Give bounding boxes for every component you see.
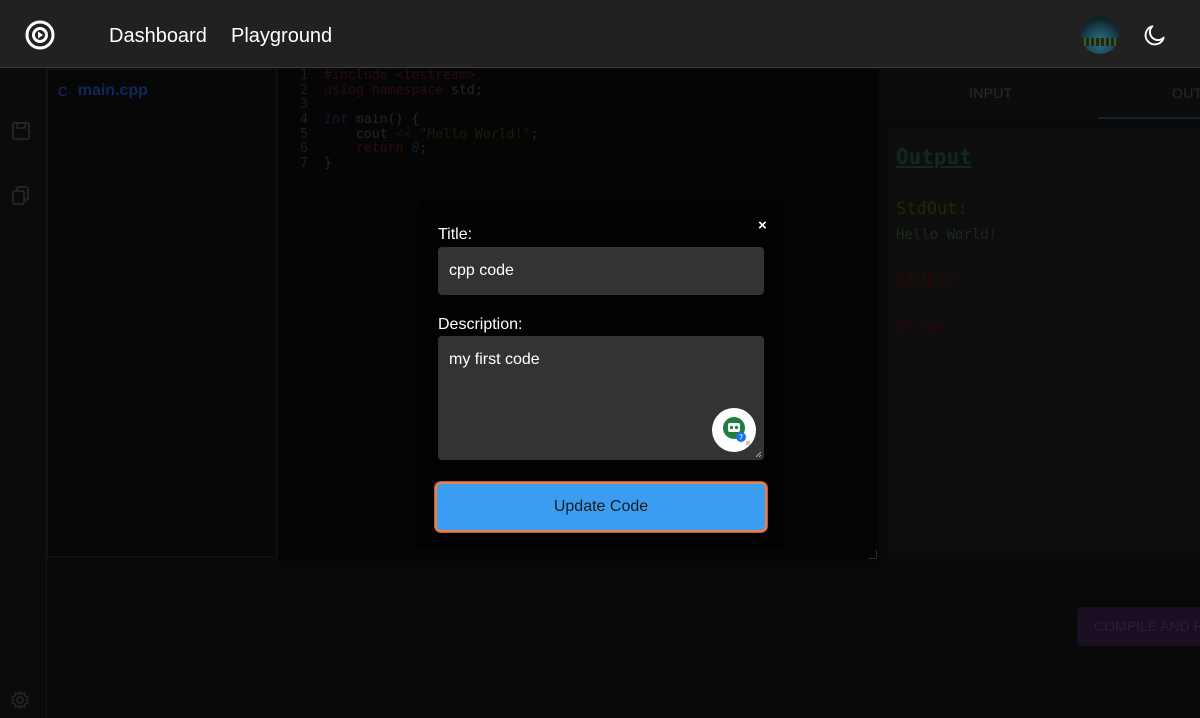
stderr-label: StdErr: [896,270,968,290]
tab-input[interactable]: INPUT [969,85,1013,101]
file-name: main.cpp [77,82,148,99]
file-explorer: C· main.cpp [47,69,277,557]
editor-resize-handle[interactable] [868,550,877,559]
stdout-value: Hello World! [896,227,998,243]
stdout-label: StdOut: [896,199,968,219]
nav-link-playground[interactable]: Playground [231,24,332,48]
code-token: std; [451,82,483,98]
code-line[interactable]: 4 int main() { [278,112,538,128]
dark-mode-toggle-icon[interactable] [1142,22,1168,48]
code-token: << [395,126,412,142]
file-item[interactable]: C· main.cpp [58,82,148,100]
io-tabs: INPUT OUTPUT [880,69,1200,119]
error-label: Error: [896,317,958,337]
title-label: Title: [438,226,473,243]
update-code-modal: × Title: Description: my first code 7 Up… [417,201,785,549]
code-line[interactable]: 5 cout << "Hello World!"; [278,126,539,143]
bottom-action-area [47,561,1200,718]
active-tab-indicator [1098,117,1200,119]
code-token: "Hello World!" [419,126,531,142]
output-heading: Output [896,145,972,169]
code-line[interactable]: 6 return 0; [278,142,538,157]
code-token: int [324,112,348,128]
user-avatar[interactable] [1081,16,1119,54]
io-panel: INPUT OUTPUT Output StdOut: Hello World!… [880,69,1200,557]
code-line[interactable]: 1 #include <iostream> [278,68,538,84]
writing-assistant-icon[interactable]: 7 [712,408,756,452]
copy-icon[interactable] [10,184,32,206]
textarea-resize-grip-icon[interactable] [755,451,762,458]
code-token: ; [530,126,539,142]
top-navbar: Dashboard Playground [0,0,1200,68]
code-line[interactable]: 7} [278,156,538,172]
settings-gear-icon[interactable] [10,690,30,710]
line-number: 3 [300,97,308,113]
output-box: Output StdOut: Hello World! StdErr: Erro… [888,129,1200,553]
line-number: 4 [300,112,308,128]
code-token: cout [324,126,396,142]
line-number: 5 [300,126,308,142]
cpp-file-icon: C· [58,83,72,99]
code-token: ; [419,141,428,157]
code-line[interactable]: 2 using namespace std; [278,82,538,99]
nav-link-dashboard[interactable]: Dashboard [109,24,207,48]
code-line[interactable]: 3 [278,98,538,113]
line-number: 1 [300,68,308,83]
svg-text:7: 7 [739,434,743,442]
app-logo-icon[interactable] [24,19,56,51]
line-number: 2 [300,82,308,98]
left-tool-rail [0,69,47,718]
code-token: return [324,141,412,157]
tab-output[interactable]: OUTPUT [1172,85,1200,101]
code-token: using namespace [324,82,452,98]
compile-and-run-button[interactable]: COMPILE AND RUN [1077,607,1200,646]
code-token: 0 [411,141,420,157]
code-token: main() { [347,112,420,128]
code-token: } [324,156,332,172]
update-code-button[interactable]: Update Code [435,482,767,532]
code-content[interactable]: 1 #include <iostream> 2 using namespace std… [278,68,539,172]
close-modal-button[interactable]: × [758,217,767,234]
description-label: Description: [438,316,523,333]
line-number: 6 [300,141,308,157]
code-token: #include <iostream> [324,68,475,83]
save-icon[interactable] [10,120,32,142]
line-number: 7 [300,156,308,172]
title-input[interactable] [438,247,764,295]
